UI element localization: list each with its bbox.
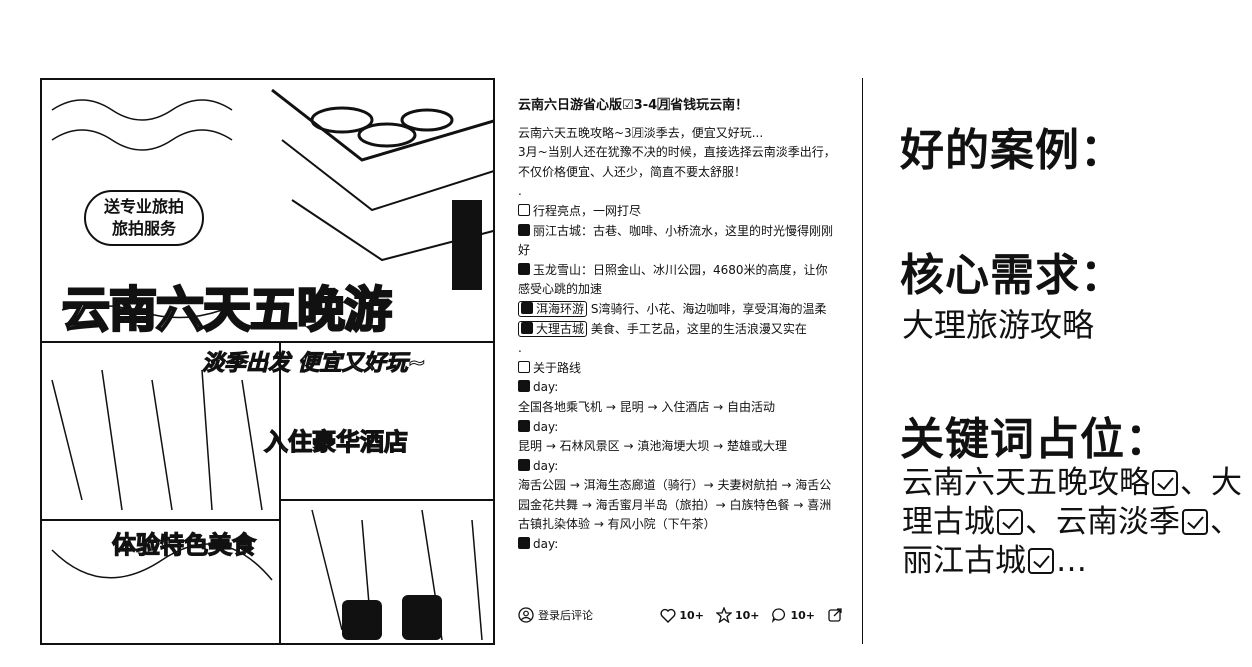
like-count: 10+ [679, 608, 704, 622]
need-heading: 核心需求： [900, 250, 1125, 301]
post-intro-2: 3月~当别人还在犹豫不决的时候，直接选择云南淡季出行，不仅价格便宜、人还少，简直… [518, 145, 836, 179]
user-icon [518, 607, 534, 623]
keyword-3: 、云南淡季 [1025, 504, 1180, 540]
highlight-item: 玉龙雪山：日照金山、冰川公园，4680米的高度，让你感受心跳的加速 [518, 261, 838, 300]
highlight-name: 洱海环游 [536, 301, 585, 316]
check-icon [521, 301, 533, 314]
share-icon [828, 608, 842, 622]
keyword-1: 云南六天五晚攻略 [902, 465, 1150, 501]
post-body: 云南六日游省心版☑3-4🈷省钱玩云南！ 云南六天五晚攻略~3🈷淡季去，便宜又好玩… [518, 96, 838, 555]
case-heading: 好的案例： [900, 125, 1125, 176]
check-icon [521, 321, 533, 334]
keyword-heading: 关键词占位： [900, 414, 1170, 465]
highlight-name: 丽江古城 [533, 223, 582, 238]
check-box-icon [1182, 509, 1208, 535]
comment-button[interactable]: 10+ [771, 607, 815, 623]
vertical-divider [862, 78, 863, 644]
day-label: day: [518, 457, 838, 477]
post-intro-1: 云南六天五晚攻略~3🈷淡季去，便宜又好玩... [518, 125, 764, 140]
post-footer: 登录后评论 10+ 10+ 10+ [518, 604, 843, 626]
day-label-text: day: [533, 458, 559, 473]
share-button[interactable] [827, 607, 843, 623]
day-label: day: [518, 378, 838, 398]
highlight-name: 大理古城 [536, 321, 585, 336]
keyword-sep: 、 [1180, 465, 1211, 501]
highlight-name-boxed: 洱海环游 [518, 300, 588, 317]
check-box-icon [1152, 470, 1178, 496]
comment-icon [772, 608, 786, 623]
comment-count: 10+ [790, 608, 815, 622]
route-heading: 关于路线 [518, 359, 838, 379]
post-title: 云南六日游省心版☑3-4🈷省钱玩云南！ [518, 98, 749, 113]
heart-icon [660, 608, 676, 623]
keyword-list: 云南六天五晚攻略 、大理古城 、云南淡季 、丽江古城… [902, 464, 1247, 581]
check-box-icon [997, 509, 1023, 535]
day-label-text: day: [533, 419, 559, 434]
favorite-button[interactable]: 10+ [715, 607, 760, 623]
check-box-icon [1028, 548, 1054, 574]
login-comment-label: 登录后评论 [538, 609, 593, 622]
day-label: day: [518, 418, 838, 438]
highlights-heading-text: 行程亮点，一网打尽 [533, 203, 642, 218]
cover-food-label: 体验特色美食 [111, 530, 256, 559]
highlight-item: 丽江古城：古巷、咖啡、小桥流水，这里的时光慢得刚刚好 [518, 222, 838, 261]
day-label-text: day: [533, 380, 559, 395]
post-dot: . [518, 341, 522, 356]
day-route: 全国各地乘飞机 → 昆明 → 入住酒店 → 自由活动 [518, 399, 776, 414]
checkbox-icon [518, 360, 530, 373]
cover-title: 云南六天五晚游 [61, 281, 394, 340]
like-button[interactable]: 10+ [660, 608, 704, 623]
post-stats: 10+ 10+ 10+ [660, 607, 843, 623]
day-route: 昆明 → 石林风景区 → 滇池海埂大坝 → 楚雄或大理 [518, 439, 788, 454]
highlight-name-boxed: 大理古城 [518, 320, 588, 337]
number-icon [518, 458, 530, 471]
number-icon [518, 537, 530, 550]
keyword-ellipsis: … [1056, 543, 1087, 579]
favorite-count: 10+ [734, 608, 760, 622]
highlight-text: 美食、手工艺品，这里的生活浪漫又实在 [590, 321, 807, 336]
cover-badge: 送专业旅拍 旅拍服务 [84, 190, 204, 246]
route-heading-text: 关于路线 [533, 360, 582, 375]
day-route: 海舌公园 → 洱海生态廊道（骑行）→ 夫妻树航拍 → 海舌公园金花共舞 → 海舌… [518, 478, 832, 532]
check-icon [518, 223, 530, 236]
checkbox-icon [518, 203, 530, 216]
day-label: day: [518, 535, 838, 555]
star-icon [715, 607, 732, 623]
highlight-item: 大理古城 美食、手工艺品，这里的生活浪漫又实在 [518, 320, 838, 340]
cover-subtitle: 淡季出发 便宜又好玩~ [201, 351, 427, 377]
highlight-name: 玉龙雪山 [533, 262, 582, 277]
check-icon [518, 262, 530, 275]
number-icon [518, 419, 530, 432]
highlight-item: 洱海环游 S湾骑行、小花、海边咖啡，享受洱海的温柔 [518, 300, 838, 320]
highlights-heading: 行程亮点，一网打尽 [518, 202, 838, 222]
cover-badge-text: 送专业旅拍 旅拍服务 [103, 197, 184, 238]
need-value: 大理旅游攻略 [902, 306, 1095, 344]
login-comment-button[interactable]: 登录后评论 [518, 607, 593, 623]
highlight-text: S湾骑行、小花、海边咖啡，享受洱海的温柔 [590, 301, 827, 316]
day-label-text: day: [533, 537, 559, 552]
post-cover-image[interactable]: 送专业旅拍 旅拍服务 云南六天五晚游 淡季出发 便宜又好玩~ 入住豪华酒店 体验… [40, 78, 495, 645]
number-icon [518, 380, 530, 393]
cover-hotel-label: 入住豪华酒店 [263, 427, 408, 456]
post-intro-3: . [518, 184, 522, 199]
